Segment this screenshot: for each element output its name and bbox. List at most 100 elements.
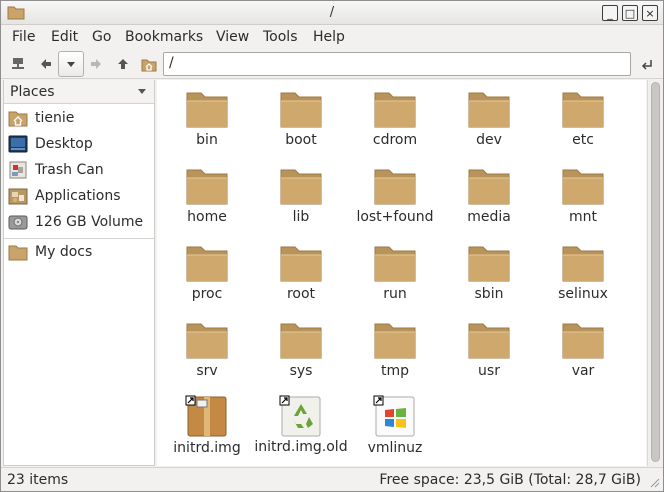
folder-icon [186,169,228,205]
up-icon [118,59,128,69]
location-input[interactable]: / [163,52,631,76]
forward-button[interactable] [85,53,107,75]
folder-icon [186,92,228,128]
minimize-button[interactable]: _ [602,5,618,21]
menu-bar: File Edit Go Bookmarks View Tools Help [1,25,663,49]
file-item-etc[interactable]: etc [536,81,630,157]
file-item-home[interactable]: home [160,158,254,234]
folder-icon [562,92,604,128]
file-item-var[interactable]: var [536,312,630,388]
file-item-lib[interactable]: lib [254,158,348,234]
sidebar-item-my-docs[interactable]: My docs [4,240,154,264]
title-bar[interactable]: / _ □ × [1,1,663,25]
folder-icon [186,323,228,359]
file-item-proc[interactable]: proc [160,235,254,311]
sidebar-item-label: My docs [35,244,93,260]
folder-icon [562,246,604,282]
places-header-label: Places [10,84,55,100]
history-dropdown-button[interactable] [58,51,84,77]
file-item-bin[interactable]: bin [160,81,254,157]
menu-help[interactable]: Help [313,29,345,45]
sidebar-item-label: 126 GB Volume [35,214,144,230]
go-button[interactable] [637,55,657,75]
minimize-icon: _ [607,6,613,20]
file-item-cdrom[interactable]: cdrom [348,81,442,157]
folder-icon [468,169,510,205]
drive-icon [8,215,28,230]
sidebar-item-applications[interactable]: Applications [4,184,154,208]
file-label: root [286,286,316,302]
up-button[interactable] [112,53,134,75]
folder-icon [374,246,416,282]
file-label: proc [191,286,223,302]
file-item-sys[interactable]: sys [254,312,348,388]
folder-icon [280,169,322,205]
sidebar-item-desktop[interactable]: Desktop [4,132,154,156]
scrollbar-thumb[interactable] [651,82,660,462]
menu-bookmarks[interactable]: Bookmarks [125,29,203,45]
file-label: tmp [380,363,409,379]
file-item-srv[interactable]: srv [160,312,254,388]
connect-button[interactable] [7,53,29,75]
status-bar: 23 items Free space: 23,5 GiB (Total: 28… [1,467,663,491]
maximize-button[interactable]: □ [622,5,638,21]
folder-icon [374,323,416,359]
sidebar-item-label: Applications [35,188,121,204]
folder-icon [562,323,604,359]
places-sidebar: Places tienie Desktop Trash Can Applicat… [3,80,155,466]
file-label: bin [196,132,218,148]
file-item-vmlinuz[interactable]: vmlinuz [348,389,442,465]
file-label: boot [285,132,317,148]
vertical-scrollbar[interactable] [647,80,663,466]
folder-icon [280,323,322,359]
file-item-initrd-img[interactable]: initrd.img [160,389,254,465]
file-item-mnt[interactable]: mnt [536,158,630,234]
places-header[interactable]: Places [4,80,154,104]
sidebar-item-volume[interactable]: 126 GB Volume [4,210,154,234]
file-label: lost+found [356,209,434,225]
close-button[interactable]: × [642,5,658,21]
file-item-dev[interactable]: dev [442,81,536,157]
menu-go[interactable]: Go [92,29,111,45]
file-item-selinux[interactable]: selinux [536,235,630,311]
file-label: lib [292,209,310,225]
menu-file[interactable]: File [12,29,35,45]
desktop-icon [8,135,28,153]
file-item-boot[interactable]: boot [254,81,348,157]
file-item-root[interactable]: root [254,235,348,311]
file-item-usr[interactable]: usr [442,312,536,388]
window-title: / [329,5,335,20]
menu-view[interactable]: View [216,29,249,45]
sidebar-item-tienie[interactable]: tienie [4,106,154,130]
menu-tools[interactable]: Tools [263,29,298,45]
windows-file-icon [373,395,415,437]
file-label: run [383,286,407,302]
folder-icon [280,246,322,282]
file-item-media[interactable]: media [442,158,536,234]
file-item-tmp[interactable]: tmp [348,312,442,388]
file-item-initrd-img-old[interactable]: initrd.img.old [254,389,348,465]
sidebar-item-label: Desktop [35,136,93,152]
file-item-lost-found[interactable]: lost+found [348,158,442,234]
file-label: etc [572,132,594,148]
item-count: 23 items [7,472,69,488]
folder-icon [8,245,28,261]
maximize-icon: □ [624,6,636,20]
file-item-run[interactable]: run [348,235,442,311]
sidebar-divider [4,238,154,239]
file-item-sbin[interactable]: sbin [442,235,536,311]
folder-icon [374,169,416,205]
folder-icon [562,169,604,205]
file-label: cdrom [372,132,418,148]
file-view[interactable]: bin boot cdrom dev etc home lib lost+found media… [157,80,646,466]
back-button[interactable] [35,53,57,75]
file-manager-window: / _ □ × File Edit Go Bookmarks View Tool… [0,0,664,492]
folder-icon [468,246,510,282]
resize-grip-icon[interactable] [648,476,660,488]
folder-icon [374,92,416,128]
menu-edit[interactable]: Edit [51,29,78,45]
sidebar-item-trash[interactable]: Trash Can [4,158,154,182]
home-button[interactable] [138,53,160,75]
file-label: media [467,209,511,225]
file-label: initrd.img [173,440,241,456]
